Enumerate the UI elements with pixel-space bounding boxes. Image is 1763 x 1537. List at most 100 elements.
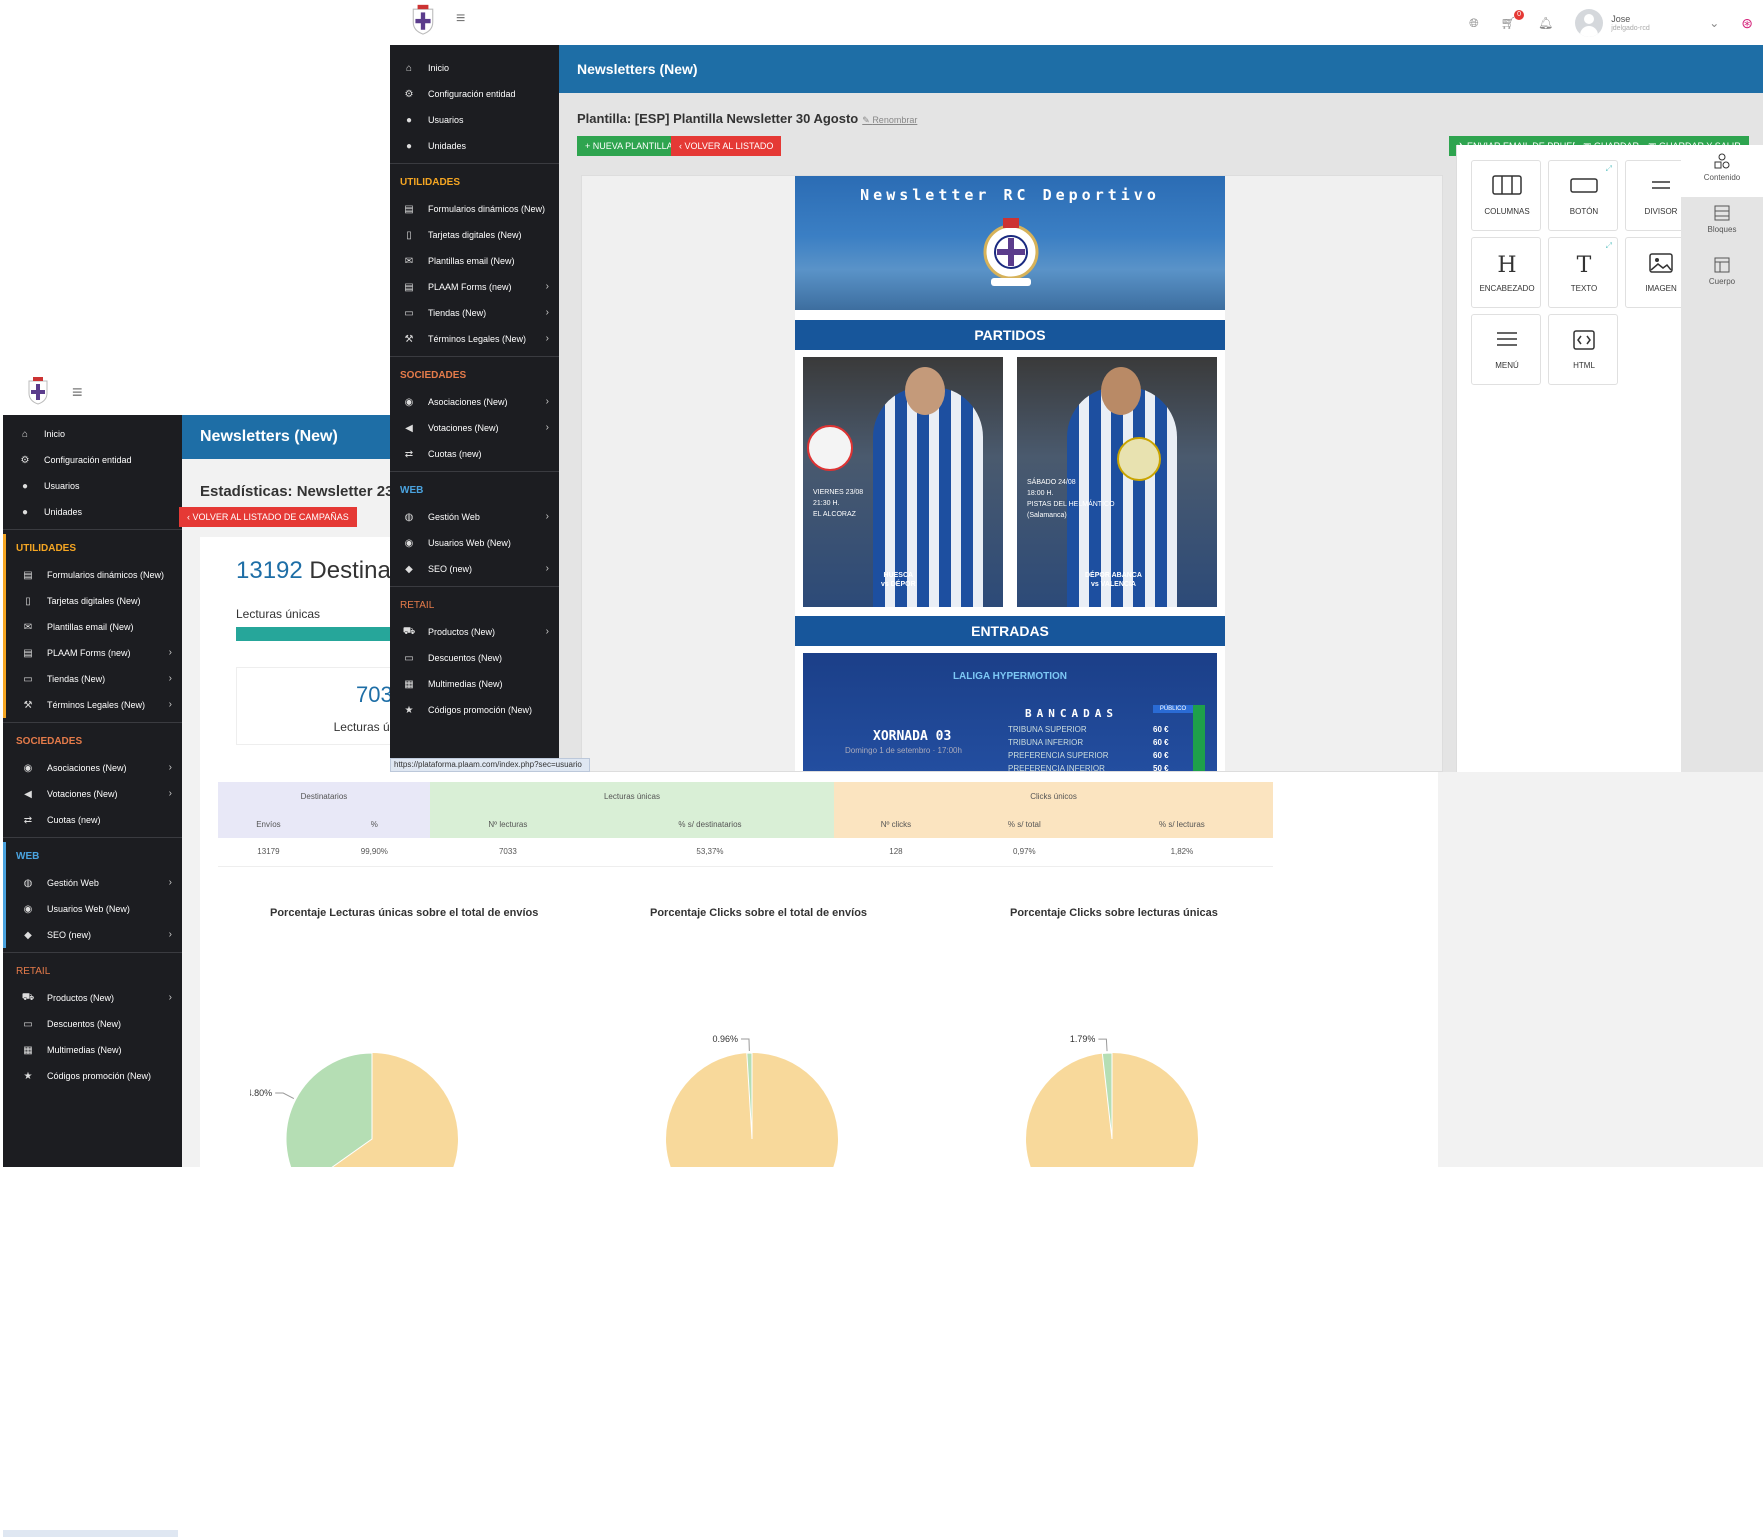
chevron-right-icon: › — [545, 626, 549, 637]
sidebar-item-descuentos-new[interactable]: ▭ Descuentos (New) — [390, 645, 559, 671]
sidebar-item-plantillas-email-new[interactable]: ✉ Plantillas email (New) — [6, 614, 182, 640]
sidebar-item-votaciones-new[interactable]: ◀ Votaciones (New) › — [390, 415, 559, 441]
back-to-list-button[interactable]: ‹ VOLVER AL LISTADO — [671, 136, 782, 156]
sidebar-item-label: Productos (New) — [428, 627, 496, 637]
chevron-down-icon[interactable]: ⌄ — [1709, 16, 1719, 30]
rename-link[interactable]: ✎ Renombrar — [862, 115, 917, 125]
sidebar-item-tiendas-new[interactable]: ▭ Tiendas (New) › — [390, 300, 559, 326]
sidebar-item-tarjetas-digitales-new[interactable]: ▯ Tarjetas digitales (New) — [6, 588, 182, 614]
tab-cuerpo[interactable]: Cuerpo — [1681, 249, 1763, 301]
tool-columns[interactable]: COLUMNAS — [1471, 160, 1541, 231]
globe-icon[interactable]: 🌐︎ — [1469, 16, 1479, 31]
sidebar-item-label: Formularios dinámicos (New) — [47, 570, 165, 580]
user-icon: ● — [405, 114, 413, 126]
sidebar-item-label: SEO (new) — [47, 930, 92, 940]
cart-icon[interactable]: 🛒︎ 0 — [1501, 10, 1524, 30]
sidebar-item-cuotas-new[interactable]: ⇄ Cuotas (new) — [3, 807, 182, 833]
film-icon: ▦ — [404, 678, 414, 690]
club-logo[interactable] — [26, 377, 50, 405]
sidebar-item-usuarios-web-new[interactable]: ◉ Usuarios Web (New) — [6, 896, 182, 922]
sidebar-item-formularios-dinámicos-new[interactable]: ▤ Formularios dinámicos (New) — [6, 562, 182, 588]
section-partidos[interactable]: PARTIDOS — [795, 320, 1225, 350]
sidebar-item-gestión-web[interactable]: ◍ Gestión Web › — [6, 870, 182, 896]
tool-heading[interactable]: H ENCABEZADO — [1471, 237, 1541, 308]
tickets-block[interactable]: LALIGA HYPERMOTION XORNADA 03 Domingo 1 … — [803, 653, 1217, 771]
newsletter-banner[interactable]: Newsletter RC Deportivo — [795, 176, 1225, 310]
tab-bloques[interactable]: Bloques — [1681, 197, 1763, 249]
match-poster-2[interactable]: SÁBADO 24/08 18:00 H. PISTAS DEL HELMÁNT… — [1017, 357, 1217, 607]
section-entradas[interactable]: ENTRADAS — [795, 616, 1225, 646]
sidebar-item-códigos-promoción-new[interactable]: ★ Códigos promoción (New) — [390, 697, 559, 723]
sidebar-item-unidades[interactable]: ● Unidades — [3, 499, 182, 525]
blocks-icon — [1681, 205, 1763, 221]
sidebar-item-productos-new[interactable]: ⛟ Productos (New) › — [390, 619, 559, 645]
avatar[interactable] — [1575, 9, 1604, 37]
front-main: Newsletters (New) Plantilla: [ESP] Plant… — [559, 45, 1763, 772]
sidebar-item-asociaciones-new[interactable]: ◉ Asociaciones (New) › — [3, 755, 182, 781]
sidebar-item-gestión-web[interactable]: ◍ Gestión Web › — [390, 504, 559, 530]
sidebar-item-plaam-forms-new[interactable]: ▤ PLAAM Forms (new) › — [6, 640, 182, 666]
club-logo[interactable] — [410, 4, 436, 36]
sidebar-item-seo-new[interactable]: ◆ SEO (new) › — [390, 556, 559, 582]
sidebar-item-códigos-promoción-new[interactable]: ★ Códigos promoción (New) — [3, 1063, 182, 1089]
accent-strip — [1193, 705, 1205, 771]
col-clicks-total: % s/ total — [957, 810, 1091, 838]
sidebar-item-unidades[interactable]: ● Unidades — [390, 133, 559, 159]
lifebuoy-icon[interactable]: ⊛ — [1741, 15, 1753, 32]
sidebar-item-descuentos-new[interactable]: ▭ Descuentos (New) — [3, 1011, 182, 1037]
sidebar-item-label: Plantillas email (New) — [428, 256, 515, 266]
sidebar-item-productos-new[interactable]: ⛟ Productos (New) › — [3, 985, 182, 1011]
sidebar-item-plaam-forms-new[interactable]: ▤ PLAAM Forms (new) › — [390, 274, 559, 300]
menu-toggle-icon[interactable]: ≡ — [72, 382, 83, 403]
sidebar-item-votaciones-new[interactable]: ◀ Votaciones (New) › — [3, 781, 182, 807]
users-icon: ◉ — [404, 396, 414, 408]
sidebar-item-seo-new[interactable]: ◆ SEO (new) › — [6, 922, 182, 948]
tool-button[interactable]: ⤢ BOTÓN — [1548, 160, 1618, 231]
email-canvas[interactable]: Newsletter RC Deportivo PARTIDOS VIERNES… — [581, 175, 1443, 772]
sidebar-item-configuración-entidad[interactable]: ⚙ Configuración entidad — [3, 447, 182, 473]
exchange-icon: ⇄ — [404, 448, 414, 460]
sidebar-item-formularios-dinámicos-new[interactable]: ▤ Formularios dinámicos (New) — [390, 196, 559, 222]
envelope-icon: ✉ — [23, 621, 33, 633]
col-clicks-lecturas: % s/ lecturas — [1090, 810, 1273, 838]
sidebar-item-usuarios-web-new[interactable]: ◉ Usuarios Web (New) — [390, 530, 559, 556]
sidebar-item-configuración-entidad[interactable]: ⚙ Configuración entidad — [390, 81, 559, 107]
match-poster-1[interactable]: VIERNES 23/08 21:30 H. EL ALCORAZ HUESCA… — [803, 357, 1003, 607]
tab-contenido[interactable]: Contenido — [1681, 145, 1763, 197]
sidebar-item-términos-legales-new[interactable]: ⚒ Términos Legales (New) › — [6, 692, 182, 718]
cart-icon: ⛟ — [402, 625, 416, 637]
sidebar-item-usuarios[interactable]: ● Usuarios — [390, 107, 559, 133]
tool-html[interactable]: HTML — [1548, 314, 1618, 385]
sidebar-item-asociaciones-new[interactable]: ◉ Asociaciones (New) › — [390, 389, 559, 415]
user-menu[interactable]: Jose jdelgado-rcd ⌄ — [1575, 9, 1719, 37]
sidebar-item-label: Términos Legales (New) — [47, 700, 146, 710]
sidebar-item-tarjetas-digitales-new[interactable]: ▯ Tarjetas digitales (New) — [390, 222, 559, 248]
chevron-right-icon: › — [545, 281, 549, 292]
sidebar-item-usuarios[interactable]: ● Usuarios — [3, 473, 182, 499]
sidebar-item-label: Cuotas (new) — [428, 449, 482, 459]
sidebar-item-tiendas-new[interactable]: ▭ Tiendas (New) › — [6, 666, 182, 692]
back-to-campaigns-button[interactable]: ‹ VOLVER AL LISTADO DE CAMPAÑAS — [179, 507, 357, 527]
cell-clicks-lecturas: 1,82% — [1090, 838, 1273, 867]
pie-label: 34.80% — [250, 1088, 272, 1098]
sidebar-item-multimedias-new[interactable]: ▦ Multimedias (New) — [390, 671, 559, 697]
menu-toggle-icon[interactable]: ≡ — [456, 10, 465, 28]
ball-icon — [807, 425, 853, 471]
sidebar-item-label: Votaciones (New) — [428, 423, 499, 433]
sidebar-item-multimedias-new[interactable]: ▦ Multimedias (New) — [3, 1037, 182, 1063]
sidebar-item-inicio[interactable]: ⌂ Inicio — [390, 55, 559, 81]
sidebar-item-plantillas-email-new[interactable]: ✉ Plantillas email (New) — [390, 248, 559, 274]
svg-text:H: H — [1497, 253, 1516, 276]
tool-text[interactable]: ⤢ T TEXTO — [1548, 237, 1618, 308]
sidebar-item-cuotas-new[interactable]: ⇄ Cuotas (new) — [390, 441, 559, 467]
sidebar-item-label: Usuarios Web (New) — [47, 904, 130, 914]
tool-menu[interactable]: MENÚ — [1471, 314, 1541, 385]
new-template-button[interactable]: + NUEVA PLANTILLA — [577, 136, 681, 156]
sidebar-item-términos-legales-new[interactable]: ⚒ Términos Legales (New) › — [390, 326, 559, 352]
unique-reads-label: Lecturas únicas — [236, 607, 321, 621]
heading-icon: H — [1472, 252, 1542, 276]
bell-icon[interactable]: 🔔︎ — [1538, 16, 1553, 30]
sidebar-item-inicio[interactable]: ⌂ Inicio — [3, 421, 182, 447]
globe-icon: ◍ — [23, 877, 33, 889]
newsletter-preview[interactable]: Newsletter RC Deportivo PARTIDOS VIERNES… — [795, 176, 1225, 771]
